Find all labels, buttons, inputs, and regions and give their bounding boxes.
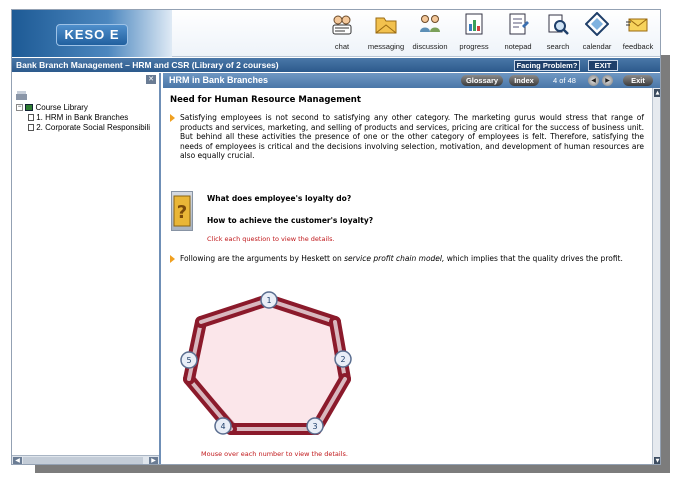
paragraph-1-text: Satisfying employees is not second to sa… xyxy=(180,113,644,161)
scroll-left-icon[interactable]: ◀ xyxy=(13,457,22,464)
click-hint: Click each question to view the details. xyxy=(207,235,335,243)
feedback-icon xyxy=(626,18,648,32)
tree-root[interactable]: − Course Library xyxy=(16,103,150,113)
progress-button[interactable]: progress xyxy=(452,12,496,55)
toolbar-label: chat xyxy=(334,42,350,51)
library-icon xyxy=(16,91,150,103)
module-header: HRM in Bank Branches Glossary Index 4 of… xyxy=(163,73,660,88)
chain-node-label: 4 xyxy=(220,422,225,431)
exit-course-button[interactable]: EXIT xyxy=(588,60,618,71)
brand-logo: KESO E xyxy=(12,10,172,57)
course-tree: − Course Library 1. HRM in Bank Branches… xyxy=(16,91,150,133)
document-icon xyxy=(28,114,34,122)
lesson-content: Need for Human Resource Management Satis… xyxy=(163,88,652,464)
toolbar-label: calendar xyxy=(582,42,612,51)
paragraph-2: Following are the arguments by Heskett o… xyxy=(170,254,644,264)
page-counter: 4 of 48 xyxy=(553,76,576,85)
bullet-arrow-icon xyxy=(170,255,175,263)
search-button[interactable]: search xyxy=(536,12,580,55)
mouse-over-hint: Mouse over each number to view the detai… xyxy=(201,450,348,458)
chat-button[interactable]: chat xyxy=(320,12,364,55)
glossary-button[interactable]: Glossary xyxy=(461,75,503,86)
tree-item-label: 2. Corporate Social Responsibili xyxy=(36,123,151,132)
paragraph-2-end: which implies that the quality drives th… xyxy=(444,254,623,263)
paragraph-1: Satisfying employees is not second to sa… xyxy=(170,113,644,161)
index-button[interactable]: Index xyxy=(509,75,539,86)
tree-root-label: Course Library xyxy=(35,103,88,112)
progress-icon xyxy=(465,13,483,35)
tree-item-2[interactable]: 2. Corporate Social Responsibili xyxy=(16,123,150,133)
logo-text: KESO E xyxy=(56,24,128,46)
question-customer-loyalty[interactable]: How to achieve the customer's loyalty? xyxy=(207,216,373,225)
previous-page-icon[interactable]: ◀ xyxy=(588,75,599,86)
chain-node-5[interactable]: 5 xyxy=(180,351,198,369)
toolbar-label: search xyxy=(546,42,570,51)
course-tree-pane: ✕ − Course Library 1. HRM in Bank Branch… xyxy=(12,73,161,464)
chain-node-label: 5 xyxy=(186,356,191,365)
collapse-icon[interactable]: − xyxy=(16,104,23,112)
calendar-button[interactable]: calendar xyxy=(575,12,619,55)
notepad-button[interactable]: notepad xyxy=(496,12,540,55)
tree-item-1[interactable]: 1. HRM in Bank Branches xyxy=(16,113,150,123)
messaging-button[interactable]: messaging xyxy=(364,12,408,55)
question-employee-loyalty[interactable]: What does employee's loyalty do? xyxy=(207,194,351,203)
feedback-button[interactable]: feedback xyxy=(616,12,660,55)
scroll-up-icon[interactable]: ▲ xyxy=(654,89,660,97)
service-profit-chain-diagram: 1 2 3 4 5 xyxy=(180,291,352,435)
discussion-button[interactable]: discussion xyxy=(408,12,452,55)
exit-button[interactable]: Exit xyxy=(623,75,653,86)
discussion-icon xyxy=(420,15,440,32)
module-title: HRM in Bank Branches xyxy=(169,75,269,85)
chain-node-4[interactable]: 4 xyxy=(214,417,232,435)
toolbar-label: discussion xyxy=(412,42,448,51)
toolbar-label: feedback xyxy=(622,42,654,51)
chain-node-label: 2 xyxy=(340,355,345,364)
model-name: service profit chain model, xyxy=(344,254,445,263)
bullet-arrow-icon xyxy=(170,114,175,122)
next-page-icon[interactable]: ▶ xyxy=(602,75,613,86)
calendar-icon xyxy=(585,12,609,36)
svg-text:?: ? xyxy=(177,202,187,223)
scroll-right-icon[interactable]: ▶ xyxy=(149,457,158,464)
chain-node-2[interactable]: 2 xyxy=(334,350,352,368)
content-pane: HRM in Bank Branches Glossary Index 4 of… xyxy=(163,73,660,464)
notepad-icon xyxy=(509,13,529,35)
document-icon xyxy=(28,124,34,132)
toolbar-label: messaging xyxy=(367,42,405,51)
chain-node-label: 1 xyxy=(266,296,271,305)
question-mark-icon: ? xyxy=(171,191,193,231)
close-pane-icon[interactable]: ✕ xyxy=(146,75,156,84)
messaging-icon xyxy=(375,17,397,34)
section-heading: Need for Human Resource Management xyxy=(170,95,361,105)
vertical-scrollbar[interactable]: ▲ ▼ xyxy=(652,88,660,464)
chat-icon xyxy=(332,15,352,35)
page-stage: KESO E chat messaging discussion progres… xyxy=(0,0,682,481)
chain-node-label: 3 xyxy=(312,422,317,431)
paragraph-2-start: Following are the arguments by Heskett o… xyxy=(180,254,345,263)
chain-node-1[interactable]: 1 xyxy=(260,291,278,309)
toolbar-label: progress xyxy=(459,42,489,51)
chain-node-3[interactable]: 3 xyxy=(306,417,324,435)
horizontal-scrollbar[interactable]: ◀ ▶ xyxy=(12,455,159,464)
search-icon xyxy=(548,14,569,35)
scroll-down-icon[interactable]: ▼ xyxy=(654,457,660,464)
toolbar-label: notepad xyxy=(504,42,532,51)
books-icon xyxy=(25,104,34,112)
tree-item-label: 1. HRM in Bank Branches xyxy=(36,113,129,122)
facing-problem-button[interactable]: Facing Problem? xyxy=(514,60,580,71)
course-player-window: KESO E chat messaging discussion progres… xyxy=(11,9,661,465)
scrollbar-track[interactable] xyxy=(23,457,143,464)
top-toolbar: KESO E chat messaging discussion progres… xyxy=(12,10,660,57)
